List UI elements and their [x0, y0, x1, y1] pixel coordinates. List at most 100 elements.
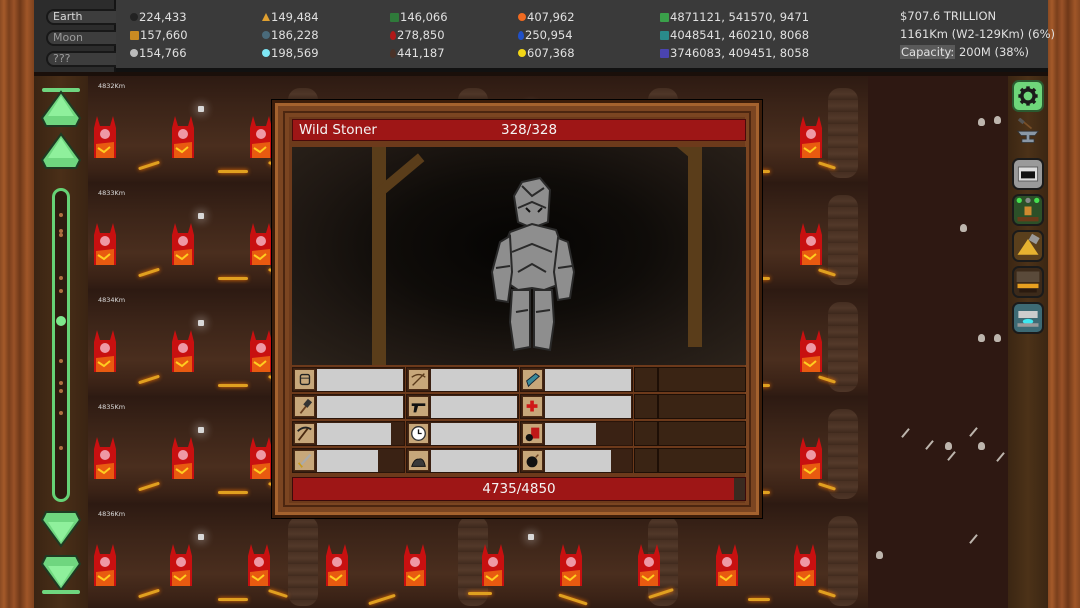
battle-panel: Wild Stoner 328/328 4735/4850 [289, 117, 746, 503]
lava-demon-sprite[interactable] [792, 542, 818, 588]
lava-crack [748, 598, 770, 601]
world-button-moon[interactable]: Moon [46, 30, 116, 46]
lava-demon-sprite[interactable] [168, 542, 194, 588]
lava-demon-sprite[interactable] [248, 435, 274, 481]
depth-label: 4832Km [98, 82, 126, 90]
lava-demon-sprite[interactable] [170, 328, 196, 374]
depth-readout: 1161Km (W2-129Km) (6%) [900, 27, 1056, 41]
weapon-slot[interactable] [406, 367, 519, 392]
lava-demon-sprite[interactable] [170, 114, 196, 160]
depth-slider[interactable] [52, 188, 70, 502]
empty-weapon-slot [634, 448, 746, 473]
lava-demon-sprite[interactable] [324, 542, 350, 588]
weapon-cooldown-track [431, 369, 517, 391]
resource-value: 224,433 [139, 10, 187, 24]
capacity-readout[interactable]: Capacity: 200M (38%) [900, 45, 1029, 59]
scroll-bottom-button[interactable] [40, 552, 82, 592]
lava-demon-sprite[interactable] [248, 328, 274, 374]
weapon-slot[interactable] [406, 448, 519, 473]
weapon-slot[interactable] [520, 421, 633, 446]
bone-icon [969, 427, 978, 437]
lava-demon-sprite[interactable] [402, 542, 428, 588]
miner-button[interactable] [1012, 194, 1044, 226]
lava-demon-sprite[interactable] [248, 221, 274, 267]
ray-gun-icon[interactable] [522, 369, 543, 390]
lava-demon-sprite[interactable] [798, 328, 824, 374]
lava-demon-sprite[interactable] [798, 221, 824, 267]
scroll-up-button[interactable] [40, 132, 82, 172]
lava-demon-sprite[interactable] [248, 114, 274, 160]
weapon-slot[interactable] [520, 367, 633, 392]
lava-demon-sprite[interactable] [798, 114, 824, 160]
lava-demon-sprite[interactable] [798, 435, 824, 481]
depth-navigation [34, 76, 88, 608]
blacksmith-button[interactable] [1012, 116, 1044, 148]
rock-pillar [828, 516, 858, 606]
lava-crack [138, 481, 160, 492]
lava-demon-sprite[interactable] [92, 114, 118, 160]
rock-pile-icon[interactable] [408, 450, 429, 471]
settings-button[interactable] [1012, 80, 1044, 112]
weapon-cooldown-track [317, 369, 403, 391]
pistol-icon[interactable] [408, 396, 429, 417]
hammer-icon[interactable] [294, 396, 315, 417]
bone-icon [969, 534, 978, 544]
empty-icon-slot [635, 449, 659, 472]
lava-demon-sprite[interactable] [92, 542, 118, 588]
weapon-cooldown-track [317, 396, 403, 418]
forge-button[interactable] [1012, 266, 1044, 298]
weapon-cooldown-track [431, 396, 517, 418]
depth-label: 4833Km [98, 189, 126, 197]
weapon-slot[interactable] [406, 394, 519, 419]
rock-pillar [828, 409, 858, 499]
teleporter-button[interactable] [1012, 302, 1044, 334]
sword-icon[interactable] [294, 450, 315, 471]
weapon-slot[interactable] [292, 421, 405, 446]
weapon-slot[interactable] [292, 367, 405, 392]
weapon-slot[interactable] [292, 394, 405, 419]
lava-demon-sprite[interactable] [92, 221, 118, 267]
weapon-cooldown-fill [431, 450, 517, 472]
fist-icon[interactable] [294, 369, 315, 390]
lava-demon-sprite[interactable] [636, 542, 662, 588]
weapon-cooldown-fill [545, 369, 631, 391]
weapon-slot[interactable] [520, 448, 633, 473]
scroll-top-button[interactable] [40, 90, 82, 130]
scroll-down-button[interactable] [40, 508, 82, 548]
bomb-icon[interactable] [522, 450, 543, 471]
bone-icon [925, 440, 934, 450]
weapon-slot[interactable] [292, 448, 405, 473]
battle-scene[interactable] [292, 147, 746, 365]
resource-counter: 157,660 [130, 28, 188, 42]
lava-demon-sprite[interactable] [92, 435, 118, 481]
lava-demon-sprite[interactable] [714, 542, 740, 588]
weapon-slot[interactable] [520, 394, 633, 419]
world-button-unknown[interactable]: ??? [46, 51, 116, 67]
hanging-lamp [198, 427, 204, 433]
pickaxe-icon[interactable] [294, 423, 315, 444]
resource-value: 4871121, 541570, 9471 [670, 10, 810, 24]
empty-weapon-slot [634, 394, 746, 419]
lava-demon-sprite[interactable] [558, 542, 584, 588]
world-button-earth[interactable]: Earth [46, 9, 116, 25]
monster-hp: 328/328 [501, 122, 558, 138]
depth-slider-thumb[interactable] [56, 316, 66, 327]
lava-demon-sprite[interactable] [480, 542, 506, 588]
sapphire-icon [518, 30, 524, 40]
lava-demon-sprite[interactable] [170, 435, 196, 481]
mine-cart-button[interactable] [1012, 158, 1044, 190]
medkit-icon[interactable] [522, 396, 543, 417]
weapon-slot[interactable] [406, 421, 519, 446]
resource-counter: 3746083, 409451, 8058 [660, 46, 809, 60]
lava-demon-sprite[interactable] [246, 542, 272, 588]
lava-demon-sprite[interactable] [92, 328, 118, 374]
drill-button[interactable] [1012, 230, 1044, 262]
resource-counter: 441,187 [390, 46, 445, 60]
dynamite-icon[interactable] [522, 423, 543, 444]
clock-icon[interactable] [408, 423, 429, 444]
slider-marker [59, 446, 63, 450]
teleporter-icon [1017, 311, 1039, 327]
lava-demon-sprite[interactable] [170, 221, 196, 267]
weapon-cooldown-track [545, 396, 631, 418]
crossbow-icon[interactable] [408, 369, 429, 390]
